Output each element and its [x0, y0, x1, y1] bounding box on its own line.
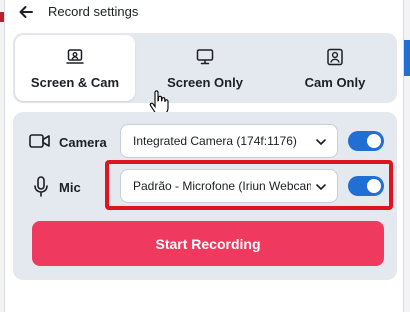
page-title: Record settings	[48, 4, 139, 19]
mic-row-highlight	[105, 160, 393, 210]
header: Record settings	[5, 0, 403, 26]
arrow-left-icon[interactable]	[17, 3, 35, 21]
mic-label: Mic	[59, 180, 81, 195]
record-settings-panel: Record settings Screen & Cam Screen Only	[4, 0, 404, 312]
camera-label: Camera	[59, 135, 107, 150]
tab-label: Screen & Cam	[30, 75, 120, 90]
screen-cam-icon	[66, 49, 84, 64]
start-recording-button[interactable]: Start Recording	[32, 221, 384, 266]
tab-label: Cam Only	[304, 75, 366, 90]
tab-cam-only[interactable]: Cam Only	[275, 35, 395, 101]
person-icon	[327, 48, 343, 66]
toggle-knob	[367, 134, 381, 148]
chevron-down-icon	[316, 139, 326, 145]
camera-toggle[interactable]	[348, 131, 384, 151]
monitor-icon	[196, 49, 214, 65]
recording-mode-tabs: Screen & Cam Screen Only Cam Only	[13, 33, 397, 103]
camera-icon	[29, 134, 50, 148]
camera-select[interactable]: Integrated Camera (174f:1176)	[120, 124, 338, 158]
camera-select-value: Integrated Camera (174f:1176)	[133, 134, 297, 148]
tab-screen-and-cam[interactable]: Screen & Cam	[15, 35, 135, 101]
background-window-blue-accent	[404, 40, 410, 76]
microphone-icon	[34, 176, 48, 197]
tab-label: Screen Only	[167, 75, 243, 90]
